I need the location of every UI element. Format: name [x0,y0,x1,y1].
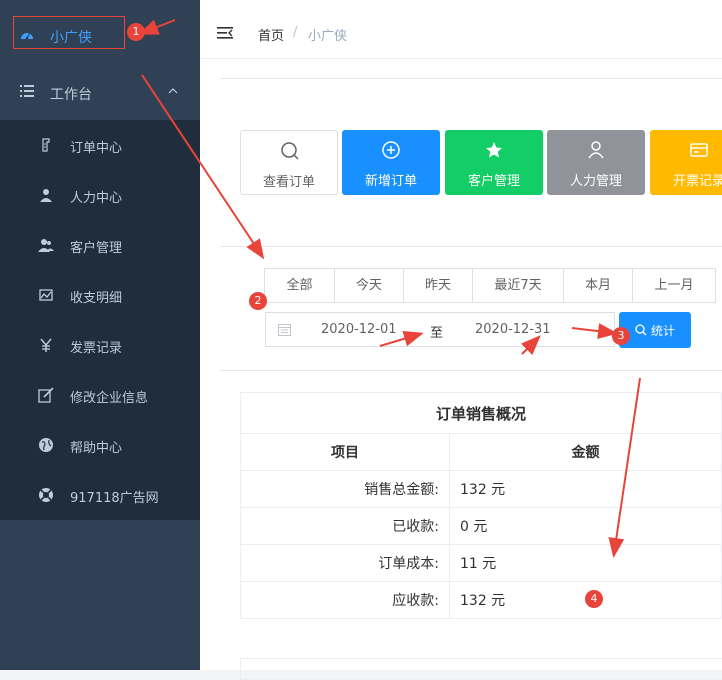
lifebuoy-icon [39,488,53,502]
sidebar-item-label: 客户管理 [70,241,123,256]
quick-action-label: 查看订单 [262,175,315,190]
row-label: 销售总金额: [240,470,450,508]
quick-action-label: 新增订单 [364,174,417,189]
order-icon [42,138,50,152]
sidebar-item-ad-site[interactable]: 917118广告网 [0,470,200,520]
next-panel [240,658,722,680]
edit-icon [38,387,54,403]
hamburger-icon[interactable] [217,26,233,40]
sidebar-brand[interactable]: 小广侠 [0,0,200,70]
quick-add-order-button[interactable]: 新增订单 [342,130,440,195]
row-label: 应收款: [240,581,450,619]
sidebar-item-edit-company[interactable]: 修改企业信息 [0,370,200,420]
statistics-button[interactable]: 统计 [619,312,691,348]
table-title: 订单销售概况 [240,392,722,434]
breadcrumb-home[interactable]: 首页 [258,25,284,44]
annotation-marker-2: 2 [249,292,267,310]
calendar-icon [278,324,291,336]
menu-group-workbench[interactable]: 工作台 [0,70,200,120]
peoples-icon [38,239,54,252]
chart-icon [39,289,53,301]
table-row: 订单成本: 11 元 [240,544,722,582]
sidebar-item-finance[interactable]: 收支明细 [0,270,200,320]
sidebar-item-label: 订单中心 [70,141,123,156]
user-icon [588,141,604,159]
sidebar-item-label: 发票记录 [70,341,123,356]
end-date-input[interactable]: 2020-12-31 [475,322,551,337]
user-icon [40,189,52,202]
row-value: 11 元 [449,544,722,582]
annotation-marker-4: 4 [585,590,603,608]
main-content: 首页 / 小广侠 查看订单 新增订单 客户管理 人力管理 开票记录 全部 今天 … [200,0,722,680]
date-range-picker[interactable]: 2020-12-01 至 2020-12-31 [265,312,615,347]
divider [220,78,722,79]
filter-today-button[interactable]: 今天 [334,268,404,303]
breadcrumb-current: 小广侠 [308,29,348,44]
sidebar-item-label: 帮助中心 [70,441,123,456]
filter-yesterday-button[interactable]: 昨天 [403,268,473,303]
quick-invoice-records-button[interactable]: 开票记录 [650,130,722,195]
row-label: 订单成本: [240,544,450,582]
divider [220,246,722,247]
sidebar-item-invoices[interactable]: 发票记录 [0,320,200,370]
annotation-marker-1: 1 [127,23,145,41]
card-icon [690,143,708,157]
quick-hr-button[interactable]: 人力管理 [547,130,645,195]
brand-label: 小广侠 [50,30,92,46]
sidebar-item-hr[interactable]: 人力中心 [0,170,200,220]
sidebar: 小广侠 工作台 订单中心 人力中心 客户管理 收支明细 发票记录 修改企业信息 … [0,0,200,670]
breadcrumb-separator: / [293,25,298,40]
sidebar-item-label: 收支明细 [70,291,123,306]
search-icon [281,142,299,160]
plus-circle-icon [382,141,400,159]
statistics-label: 统计 [651,324,676,338]
table-row: 销售总金额: 132 元 [240,470,722,508]
quick-action-label: 开票记录 [672,174,722,189]
table-row: 应收款: 132 元 [240,581,722,619]
range-separator: 至 [430,326,444,341]
column-header-item: 项目 [240,433,450,471]
quick-action-label: 客户管理 [467,174,520,189]
table-row: 已收款: 0 元 [240,507,722,545]
row-value: 132 元 [449,470,722,508]
chevron-up-icon [168,88,178,94]
filter-last-month-button[interactable]: 上一月 [632,268,716,303]
divider [220,370,722,371]
sidebar-item-orders[interactable]: 订单中心 [0,120,200,170]
row-label: 已收款: [240,507,450,545]
dashboard-icon [21,32,33,40]
yen-icon [40,338,52,352]
filter-last7-button[interactable]: 最近7天 [472,268,564,303]
search-icon [635,324,647,336]
list-icon [20,85,34,97]
sales-summary-table: 订单销售概况 项目 金额 销售总金额: 132 元 已收款: 0 元 订单成本:… [240,392,722,619]
star-icon [486,142,502,158]
start-date-input[interactable]: 2020-12-01 [321,322,397,337]
quick-customers-button[interactable]: 客户管理 [445,130,543,195]
sidebar-item-label: 人力中心 [70,191,123,206]
sidebar-item-label: 917118广告网 [70,491,159,506]
quick-view-orders-button[interactable]: 查看订单 [240,130,338,195]
filter-all-button[interactable]: 全部 [264,268,335,303]
quick-action-label: 人力管理 [569,174,622,189]
menu-group-label: 工作台 [50,87,92,103]
sidebar-item-help[interactable]: 帮助中心 [0,420,200,470]
navbar: 首页 / 小广侠 [200,8,722,59]
sidebar-item-customers[interactable]: 客户管理 [0,220,200,270]
sidebar-item-label: 修改企业信息 [70,391,149,406]
submenu: 订单中心 人力中心 客户管理 收支明细 发票记录 修改企业信息 帮助中心 917… [0,120,200,520]
column-header-amount: 金额 [449,433,722,471]
globe-icon [39,438,53,452]
row-value: 0 元 [449,507,722,545]
filter-this-month-button[interactable]: 本月 [563,268,633,303]
annotation-marker-3: 3 [612,327,630,345]
